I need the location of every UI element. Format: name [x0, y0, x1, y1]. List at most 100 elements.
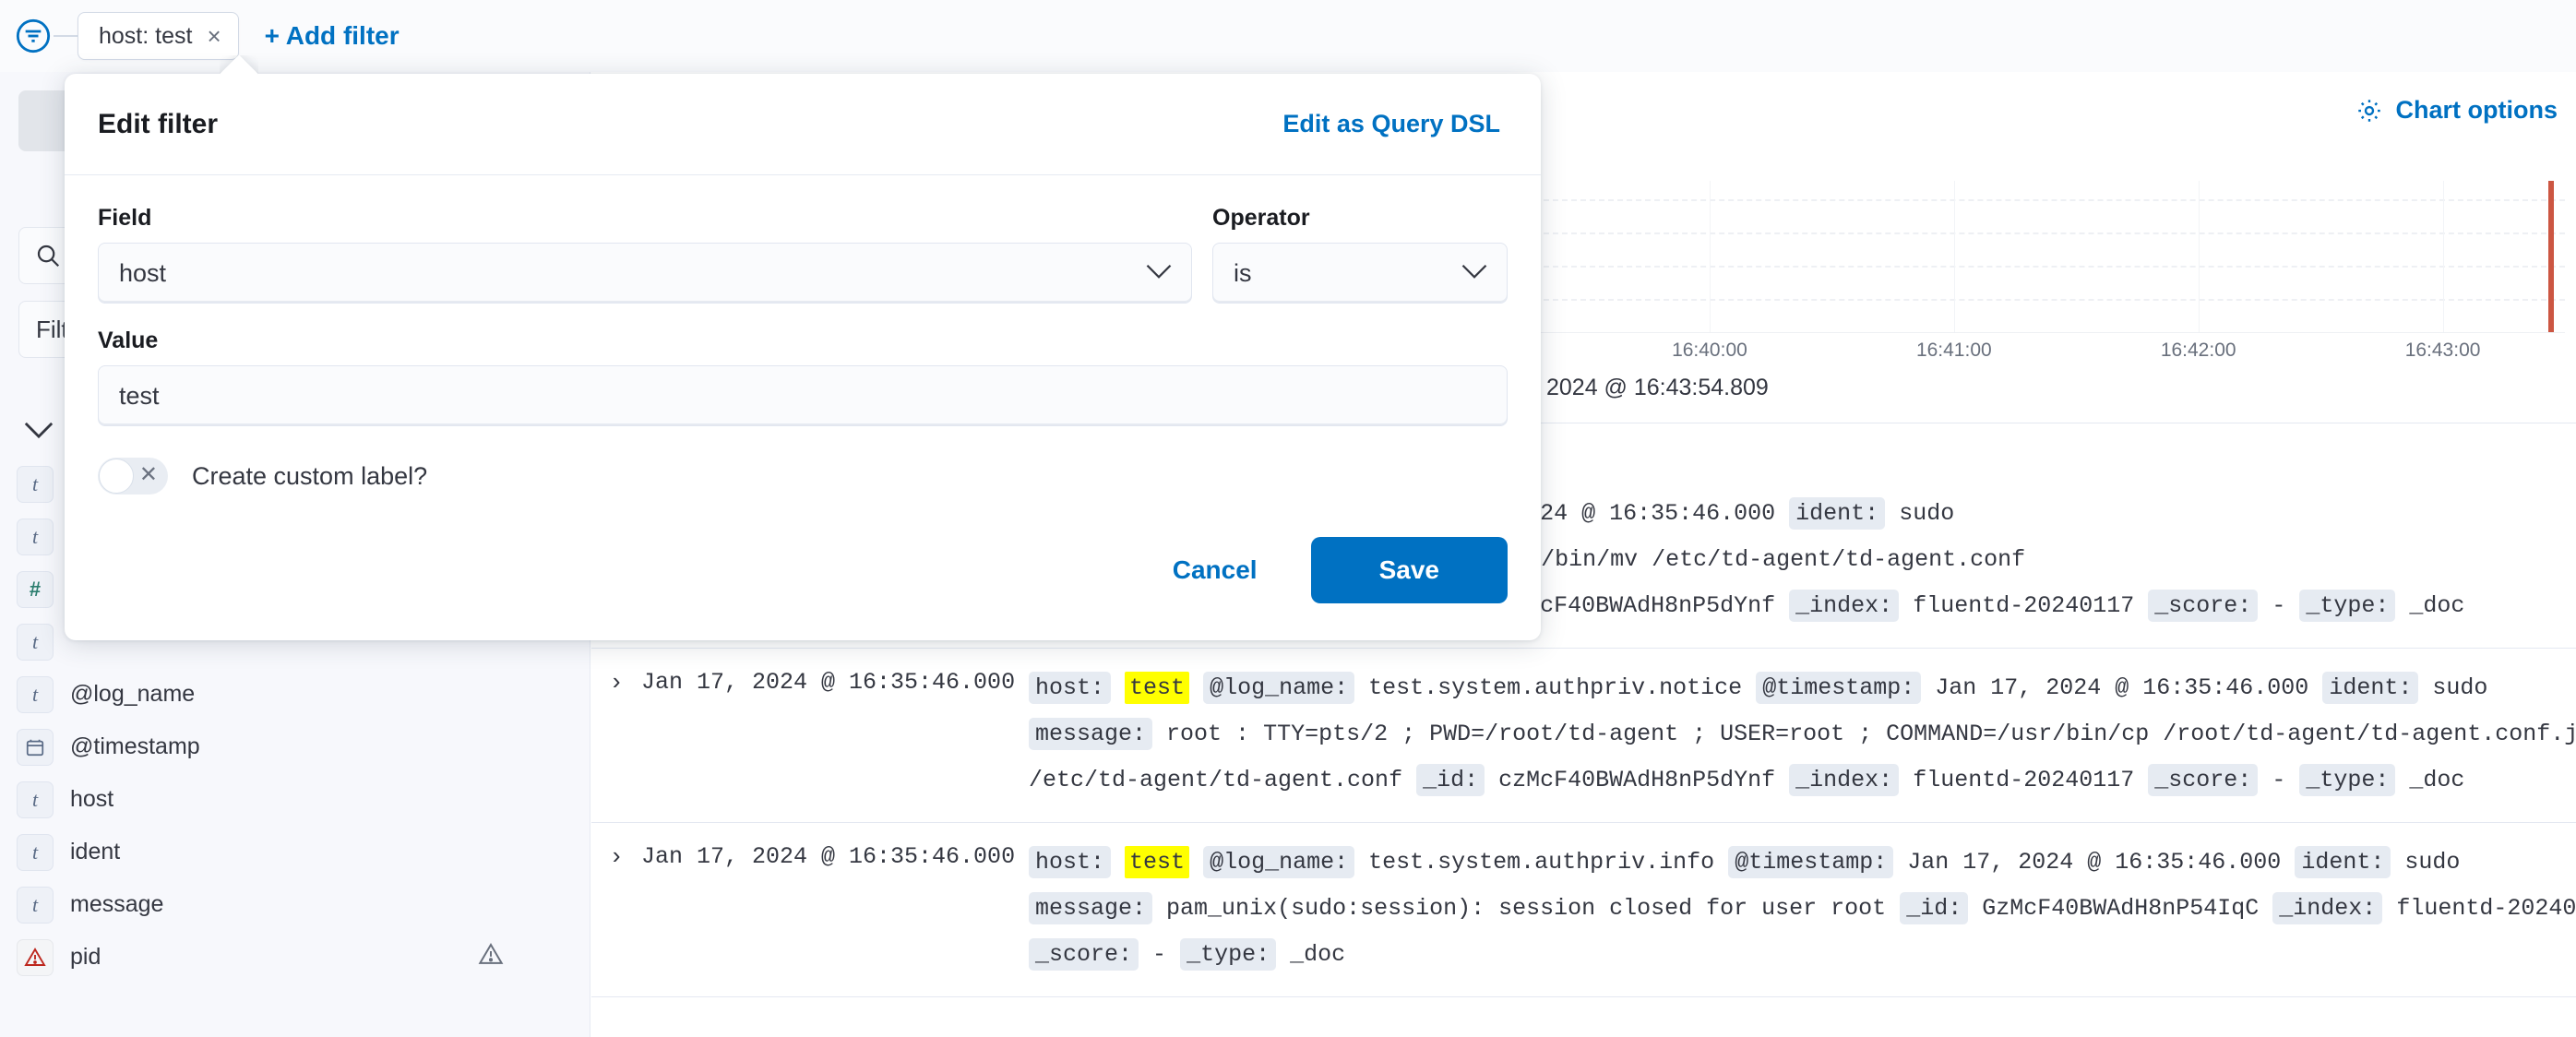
- doc-field-key: @log_name:: [1203, 846, 1355, 878]
- doc-line: message: pam_unix(sudo:session): session…: [1029, 886, 2576, 932]
- operator-select[interactable]: is: [1212, 243, 1508, 304]
- doc-field-key: _score:: [2148, 764, 2259, 796]
- chart-bar[interactable]: [2548, 181, 2555, 332]
- field-label: Field: [98, 205, 152, 231]
- expand-row-caret-icon[interactable]: ›: [591, 665, 641, 804]
- doc-field-value: czMcF40BWAdH8nP5dYnf: [1498, 767, 1790, 793]
- doc-field-key: message:: [1029, 718, 1153, 750]
- doc-line: host: test @log_name: test.system.authpr…: [1029, 840, 2569, 886]
- field-list-item[interactable]: @timestamp: [17, 721, 570, 773]
- field-list-item[interactable]: t host: [17, 773, 570, 826]
- search-highlight: test: [1125, 672, 1190, 704]
- doc-field-key: host:: [1029, 672, 1112, 704]
- doc-line: message: root : TTY=pts/2 ; PWD=/root/td…: [1029, 711, 2576, 757]
- doc-field-value: /etc/td-agent/td-agent.conf: [1029, 767, 1417, 793]
- field-name-label: @log_name: [70, 681, 196, 707]
- doc-field-key: _type:: [1180, 938, 1277, 971]
- chevron-down-icon[interactable]: [17, 413, 61, 447]
- table-row[interactable]: › Jan 17, 2024 @ 16:35:46.000 host: test @…: [591, 649, 2576, 823]
- doc-field-key: ident:: [2295, 846, 2391, 878]
- doc-field-key: _index:: [1789, 764, 1900, 796]
- filter-connector-line: [54, 35, 78, 37]
- doc-field-value: _doc: [2409, 767, 2465, 793]
- value-label: Value: [98, 328, 159, 353]
- table-row[interactable]: › Jan 17, 2024 @ 16:35:46.000 host: test @…: [591, 823, 2576, 997]
- search-icon: [34, 242, 62, 269]
- row-timestamp: Jan 17, 2024 @ 16:35:46.000: [641, 669, 1016, 696]
- string-field-icon: t: [17, 886, 54, 924]
- field-list-item[interactable]: t ident: [17, 826, 570, 878]
- number-field-icon: #: [17, 570, 54, 608]
- doc-field-value: -: [1152, 941, 1181, 968]
- doc-field-key: _index:: [2272, 892, 2383, 924]
- doc-field-key: ident:: [1789, 497, 1886, 530]
- close-icon[interactable]: ×: [207, 24, 221, 48]
- doc-field-value: sudo: [2404, 849, 2461, 876]
- operator-group: Operator is: [1212, 205, 1508, 304]
- custom-label-switch[interactable]: ✕: [98, 458, 168, 495]
- field-list-item[interactable]: pid: [17, 931, 570, 983]
- doc-field-value: sudo: [2432, 674, 2488, 701]
- expand-row-caret-icon[interactable]: ›: [591, 840, 641, 978]
- string-field-icon: t: [17, 833, 54, 871]
- popover-title: Edit filter: [98, 108, 219, 139]
- chart-x-tick-label: 16:43:00: [2404, 340, 2481, 361]
- string-field-icon: t: [17, 465, 54, 503]
- chevron-down-icon: [1461, 261, 1488, 285]
- filter-pill-label: host: test: [99, 22, 193, 49]
- doc-field-value: cjMcF40BWAdH8nP5dYnf: [1498, 592, 1790, 619]
- doc-field-key: host:: [1029, 846, 1112, 878]
- filter-pill-host-test[interactable]: host: test ×: [78, 12, 239, 60]
- custom-label-text: Create custom label?: [192, 461, 428, 490]
- doc-field-key: _score:: [2148, 590, 2259, 622]
- doc-field-key: @timestamp:: [1728, 846, 1894, 878]
- doc-field-value: test.system.authpriv.info: [1368, 849, 1729, 876]
- doc-field-value: root : TTY=pts/2 ; PWD=/root/td-agent ; …: [1166, 721, 2576, 747]
- row-timestamp: Jan 17, 2024 @ 16:35:46.000: [641, 843, 1016, 870]
- filter-circle-icon[interactable]: [13, 16, 54, 56]
- warning-icon: [17, 938, 54, 976]
- chart-vertical-gridline: [2442, 181, 2444, 332]
- save-button[interactable]: Save: [1310, 537, 1508, 603]
- add-filter-button[interactable]: + Add filter: [265, 21, 400, 51]
- doc-field-value: GzMcF40BWAdH8nP54IqC: [1982, 895, 2273, 922]
- popover-body: Field host Operator is Value test ✕ Crea…: [65, 175, 1541, 504]
- search-highlight: test: [1125, 846, 1190, 878]
- doc-field-value: _doc: [1290, 941, 1346, 968]
- field-list-item[interactable]: t message: [17, 878, 570, 931]
- string-field-icon: t: [17, 675, 54, 713]
- value-input[interactable]: test: [98, 365, 1508, 426]
- operator-select-value: is: [1234, 258, 1252, 287]
- field-list-item[interactable]: t @log_name: [17, 668, 570, 721]
- doc-field-value: sudo: [1899, 500, 1955, 527]
- chevron-down-icon: [1145, 261, 1173, 285]
- edit-filter-popover: Edit filter Edit as Query DSL Field host: [65, 74, 1541, 640]
- field-select[interactable]: host: [98, 243, 1192, 304]
- doc-field-key: message:: [1029, 892, 1153, 924]
- popover-footer: Cancel Save: [65, 504, 1541, 640]
- doc-field-key: _id:: [1900, 892, 1969, 924]
- cancel-button[interactable]: Cancel: [1160, 546, 1270, 594]
- switch-knob: [99, 459, 134, 494]
- field-warning-icon: [478, 941, 504, 973]
- doc-line: host: test @log_name: test.system.authpr…: [1029, 665, 2569, 711]
- string-field-icon: t: [17, 623, 54, 661]
- chart-options-button[interactable]: Chart options: [2355, 96, 2558, 125]
- doc-field-key: _id:: [1416, 764, 1485, 796]
- doc-field-value: fluentd-20240117: [2396, 895, 2576, 922]
- gear-icon: [2355, 97, 2396, 125]
- doc-field-key: ident:: [2322, 672, 2419, 704]
- operator-label: Operator: [1212, 205, 1310, 231]
- doc-line: _score: - _type: _doc: [1029, 932, 2569, 978]
- doc-field-key: _index:: [1789, 590, 1900, 622]
- doc-field-value: Jan 17, 2024 @ 16:35:46.000: [1935, 674, 2323, 701]
- string-field-icon: t: [17, 518, 54, 555]
- chart-vertical-gridline: [1710, 181, 1711, 332]
- chart-vertical-gridline: [2198, 181, 2200, 332]
- doc-field-key: _type:: [2299, 764, 2396, 796]
- edit-as-query-dsl-link[interactable]: Edit as Query DSL: [1282, 110, 1500, 138]
- field-name-label: message: [70, 891, 164, 917]
- filter-bar: host: test × + Add filter: [0, 0, 2576, 72]
- doc-field-value: test.system.authpriv.notice: [1368, 674, 1757, 701]
- doc-field-value: pam_unix(sudo:session): session closed f…: [1166, 895, 1901, 922]
